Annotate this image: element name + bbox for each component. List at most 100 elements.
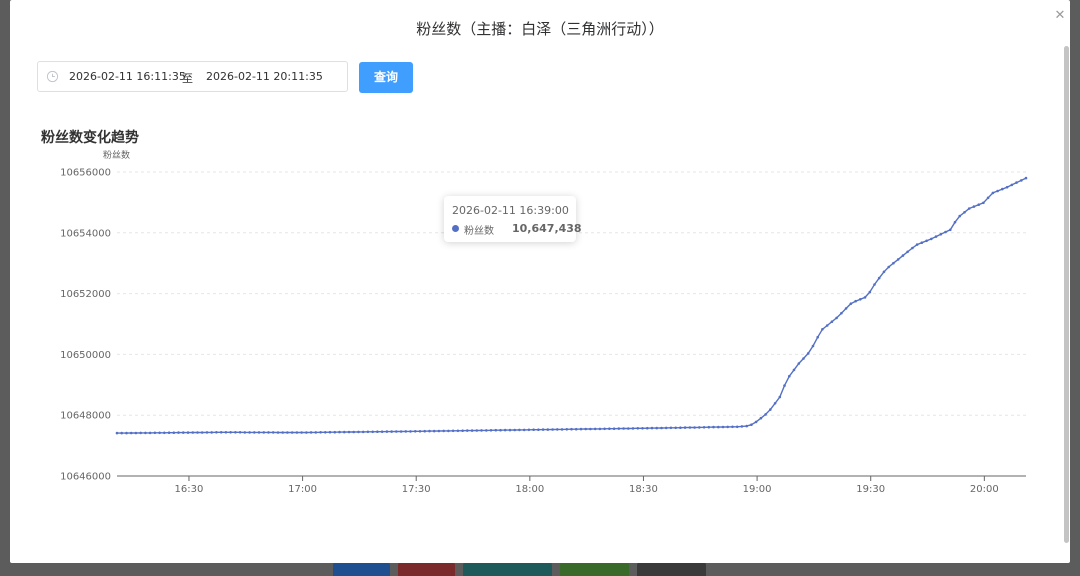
fans-dialog: 粉丝数（主播：白泽（三角洲行动）） ✕ 2026-02-11 16:11:35 … <box>10 0 1070 563</box>
data-point <box>721 425 725 429</box>
data-point <box>466 429 469 432</box>
end-datetime-input[interactable]: 2026-02-11 20:11:35 <box>206 70 323 83</box>
data-point <box>726 425 729 429</box>
data-point <box>238 431 242 434</box>
background-button <box>463 562 552 576</box>
data-point <box>1001 187 1004 191</box>
data-point <box>423 429 427 433</box>
data-point <box>371 430 375 434</box>
data-point <box>120 431 123 435</box>
data-point <box>380 430 384 434</box>
data-point <box>849 302 853 305</box>
data-point <box>290 431 294 434</box>
data-point <box>253 431 256 434</box>
data-point <box>376 430 379 434</box>
x-tick-label: 18:30 <box>629 484 658 495</box>
y-tick-label: 10646000 <box>60 472 111 483</box>
data-point <box>816 335 819 339</box>
data-point <box>873 283 876 286</box>
data-point <box>447 429 450 433</box>
data-point <box>778 395 782 399</box>
data-point <box>698 426 701 429</box>
data-point <box>409 430 412 433</box>
data-point <box>1020 179 1023 182</box>
data-point <box>1015 181 1018 184</box>
data-point <box>906 250 909 254</box>
data-point <box>977 203 980 206</box>
data-point <box>300 431 303 434</box>
data-point <box>574 427 578 431</box>
data-point <box>210 431 213 434</box>
scrollbar-thumb[interactable] <box>1064 46 1069 543</box>
data-point <box>205 431 209 434</box>
data-point <box>243 431 247 434</box>
data-point <box>139 431 142 435</box>
background-button <box>333 562 390 576</box>
data-point <box>1024 176 1028 180</box>
data-point <box>158 431 161 435</box>
data-point <box>437 429 441 433</box>
start-datetime-input[interactable]: 2026-02-11 16:11:35 <box>69 70 186 83</box>
data-point <box>485 429 488 432</box>
data-point <box>153 431 157 435</box>
data-point <box>475 429 479 432</box>
data-point <box>432 429 436 433</box>
data-point <box>854 299 857 303</box>
y-tick-label: 10654000 <box>60 228 111 239</box>
close-icon[interactable]: ✕ <box>1052 8 1068 24</box>
data-point <box>556 428 559 431</box>
dialog-title: 粉丝数（主播：白泽（三角洲行动）） <box>416 20 664 38</box>
data-point <box>267 431 270 434</box>
line-chart[interactable]: 粉丝数 10646000 10648000 10650000 10652000 10654… <box>10 140 1040 500</box>
data-point <box>281 431 285 434</box>
data-point <box>925 239 928 243</box>
data-point <box>593 427 597 431</box>
data-point <box>877 276 881 280</box>
data-point <box>328 430 332 434</box>
data-point <box>537 428 540 432</box>
chart-tooltip: 2026-02-11 16:39:00 粉丝数 10,647,438 <box>444 196 582 242</box>
data-point <box>1010 183 1014 187</box>
data-point <box>418 430 422 433</box>
data-point <box>295 431 299 434</box>
data-point <box>669 426 673 430</box>
data-point <box>385 430 389 433</box>
query-button[interactable]: 查询 <box>359 62 413 93</box>
data-point <box>821 328 824 331</box>
data-point <box>172 431 176 435</box>
data-point <box>229 431 232 434</box>
data-point <box>674 426 677 430</box>
x-tick-label: 19:00 <box>743 484 772 495</box>
data-point <box>958 214 961 218</box>
scrollbar[interactable] <box>1063 40 1070 545</box>
background-button <box>637 562 706 576</box>
data-point <box>764 413 767 416</box>
data-point <box>603 427 606 431</box>
data-point <box>622 427 625 430</box>
data-point <box>366 430 370 434</box>
data-point <box>896 258 900 261</box>
data-point <box>840 311 843 315</box>
data-point <box>731 425 734 429</box>
data-point <box>324 431 327 434</box>
data-point <box>859 298 862 301</box>
data-point <box>314 431 318 434</box>
data-point <box>343 430 346 434</box>
data-point <box>414 430 417 433</box>
data-point <box>167 431 171 435</box>
series-marker-icon <box>452 225 459 232</box>
tooltip-value: 10,647,438 <box>512 222 582 235</box>
date-range-picker[interactable]: 2026-02-11 16:11:35 至 2026-02-11 20:11:3… <box>37 61 348 92</box>
data-point <box>735 425 739 429</box>
data-point <box>693 426 696 429</box>
data-point <box>702 426 706 429</box>
data-point <box>125 431 128 435</box>
data-point <box>991 191 995 195</box>
data-point <box>522 428 526 432</box>
range-separator: 至 <box>182 72 193 85</box>
data-point <box>489 429 493 432</box>
data-point <box>967 207 971 210</box>
data-point <box>1005 185 1009 189</box>
data-point <box>783 384 786 387</box>
data-point <box>683 426 687 429</box>
